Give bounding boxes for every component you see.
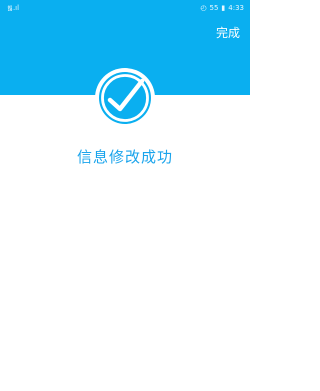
alarm-icon: ◴: [200, 4, 207, 12]
battery-icon: ▮: [221, 4, 226, 12]
status-bar: ᯾.ıl ◴ 55 ▮ 4:33: [0, 0, 250, 16]
signal-indicator: ᯾.ıl: [7, 4, 20, 12]
status-right-group: ◴ 55 ▮ 4:33: [200, 0, 244, 16]
done-button[interactable]: 完成: [216, 26, 240, 40]
success-message: 信息修改成功: [76, 148, 173, 166]
check-circle-icon: [94, 67, 156, 129]
success-screen: ᯾.ıl ◴ 55 ▮ 4:33 完成 信息修改成功: [0, 0, 250, 391]
status-time: 4:33: [228, 4, 244, 12]
battery-percent: 55: [209, 4, 219, 12]
